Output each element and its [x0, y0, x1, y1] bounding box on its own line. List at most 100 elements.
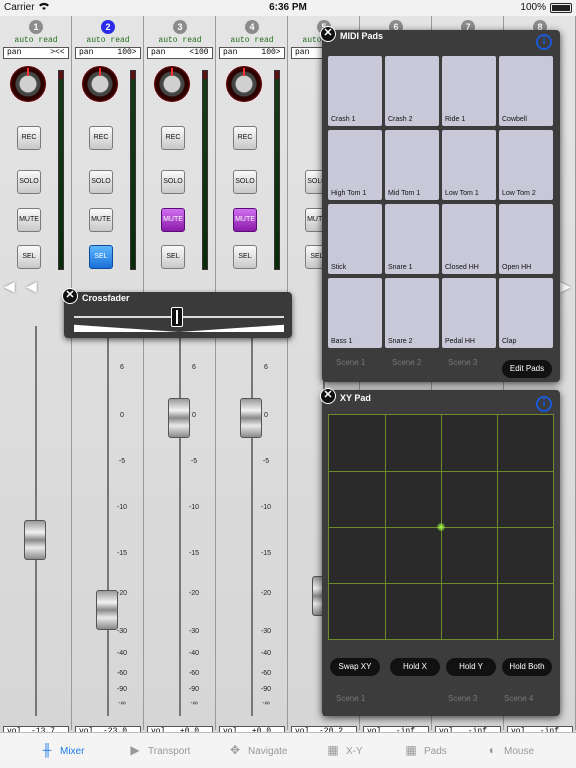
drum-pad[interactable]: Crash 1 [328, 56, 382, 126]
scene-tab[interactable]: Scene 1 [336, 358, 365, 367]
info-icon[interactable]: i [536, 396, 552, 412]
drum-pad[interactable]: Stick [328, 204, 382, 274]
scene-tab[interactable]: Scene 2 [392, 358, 421, 367]
pan-knob[interactable] [82, 66, 118, 102]
drum-pad[interactable]: Low Tom 2 [499, 130, 553, 200]
pan-knob[interactable] [154, 66, 190, 102]
automation-mode[interactable]: auto read [0, 36, 72, 45]
swap-xy-button[interactable]: Swap XY [330, 658, 380, 676]
scale-tick: -20 [260, 590, 272, 597]
hold-both-button[interactable]: Hold Both [502, 658, 552, 676]
tab-pads[interactable]: ▦ Pads [404, 743, 446, 757]
hold-y-button[interactable]: Hold Y [446, 658, 496, 676]
crossfader-thumb[interactable] [171, 307, 183, 327]
automation-mode[interactable]: auto read [144, 36, 216, 45]
solo-button[interactable]: SOLO [17, 170, 41, 194]
channel-strip: 4 auto read pan 100> REC SOLO MUTE SEL 6… [216, 16, 288, 738]
rec-button[interactable]: REC [17, 126, 41, 150]
scale-tick: -∞ [190, 700, 198, 707]
info-icon[interactable]: i [536, 34, 552, 50]
scale-tick: -5 [190, 458, 198, 465]
drum-pad[interactable]: Open HH [499, 204, 553, 274]
tab-mouse[interactable]: ◖ Mouse [484, 743, 534, 757]
drum-pad[interactable]: Pedal HH [442, 278, 496, 348]
sel-button[interactable]: SEL [161, 245, 185, 269]
scene-tab[interactable]: Scene 4 [504, 694, 533, 703]
channel-strip: 1 auto read pan ><< REC SOLO MUTE SEL ◀ … [0, 16, 72, 738]
pad-label: Clap [502, 338, 517, 345]
tab-transport[interactable]: ▶ Transport [128, 743, 190, 757]
close-icon[interactable]: ✕ [320, 26, 336, 42]
pad-label: Low Tom 1 [445, 190, 479, 197]
drum-pad[interactable]: Snare 2 [385, 278, 439, 348]
fader-scale: 12 6 0 -5 -10 -15 -20 -30 -40 -60 -90 -∞ [72, 316, 144, 716]
rec-button[interactable]: REC [233, 126, 257, 150]
clock: 6:36 PM [269, 2, 307, 13]
sel-button[interactable]: SEL [233, 245, 257, 269]
drum-pad[interactable]: Cowbell [499, 56, 553, 126]
drum-pad[interactable]: High Tom 1 [328, 130, 382, 200]
xy-touch-area[interactable] [328, 414, 554, 640]
solo-button[interactable]: SOLO [89, 170, 113, 194]
level-meter [58, 70, 64, 270]
scene-tab[interactable]: Scene 3 [448, 694, 477, 703]
arrow-left-icon[interactable]: ◀ [26, 278, 37, 295]
arrow-left-icon[interactable]: ◀ [4, 278, 15, 295]
close-icon[interactable]: ✕ [62, 288, 78, 304]
scale-tick: 6 [192, 364, 196, 371]
hold-x-button[interactable]: Hold X [390, 658, 440, 676]
scale-tick: -10 [260, 504, 272, 511]
edit-pads-button[interactable]: Edit Pads [502, 360, 552, 378]
scene-tab[interactable]: Scene 1 [336, 694, 365, 703]
arrow-right-icon[interactable]: ▶ [560, 278, 571, 295]
automation-mode[interactable]: auto read [72, 36, 144, 45]
move-icon: ✥ [229, 743, 241, 757]
rec-button[interactable]: REC [161, 126, 185, 150]
tab-navigate[interactable]: ✥ Navigate [228, 743, 288, 757]
drum-pad[interactable]: Closed HH [442, 204, 496, 274]
scene-tab[interactable]: Scene 3 [448, 358, 477, 367]
level-meter [130, 70, 136, 270]
drum-pad[interactable]: Clap [499, 278, 553, 348]
tab-label: Transport [148, 746, 191, 757]
volume-fader[interactable] [168, 398, 190, 438]
fader-scale: 6 0 -5 -10 -15 -20 -30 -40 -60 -90 -∞ [216, 316, 288, 716]
channel-number[interactable]: 2 [101, 20, 115, 34]
mute-button[interactable]: MUTE [233, 208, 257, 232]
pan-knob[interactable] [226, 66, 262, 102]
mute-button[interactable]: MUTE [17, 208, 41, 232]
pan-knob[interactable] [10, 66, 46, 102]
scale-tick: -40 [260, 650, 272, 657]
battery-percent: 100% [520, 2, 546, 13]
pad-label: Mid Tom 1 [388, 190, 421, 197]
xy-cursor[interactable] [437, 523, 445, 531]
tab-x-y[interactable]: ▦ X-Y [326, 743, 362, 757]
channel-number[interactable]: 3 [173, 20, 187, 34]
mouse-icon: ◖ [487, 743, 495, 757]
volume-fader[interactable] [240, 398, 262, 438]
drum-pad[interactable]: Crash 2 [385, 56, 439, 126]
pad-label: Low Tom 2 [502, 190, 536, 197]
tab-mixer[interactable]: ╫ Mixer [40, 743, 85, 757]
drum-pad[interactable]: Snare 1 [385, 204, 439, 274]
sel-button[interactable]: SEL [89, 245, 113, 269]
drum-pad[interactable]: Low Tom 1 [442, 130, 496, 200]
mute-button[interactable]: MUTE [89, 208, 113, 232]
solo-button[interactable]: SOLO [161, 170, 185, 194]
drum-pad[interactable]: Bass 1 [328, 278, 382, 348]
mute-button[interactable]: MUTE [161, 208, 185, 232]
channel-number[interactable]: 1 [29, 20, 43, 34]
rec-button[interactable]: REC [89, 126, 113, 150]
volume-fader[interactable] [96, 590, 118, 630]
solo-button[interactable]: SOLO [233, 170, 257, 194]
scale-tick: -∞ [262, 700, 270, 707]
channel-number[interactable]: 4 [245, 20, 259, 34]
sel-button[interactable]: SEL [17, 245, 41, 269]
close-icon[interactable]: ✕ [320, 388, 336, 404]
drum-pad[interactable]: Mid Tom 1 [385, 130, 439, 200]
drum-pad[interactable]: Ride 1 [442, 56, 496, 126]
tab-bar: ╫ Mixer ▶ Transport ✥ Navigate ▦ X-Y ▦ Pads ◖… [0, 732, 576, 768]
automation-mode[interactable]: auto read [216, 36, 288, 45]
scale-tick: -60 [188, 670, 200, 677]
volume-fader[interactable] [24, 520, 46, 560]
